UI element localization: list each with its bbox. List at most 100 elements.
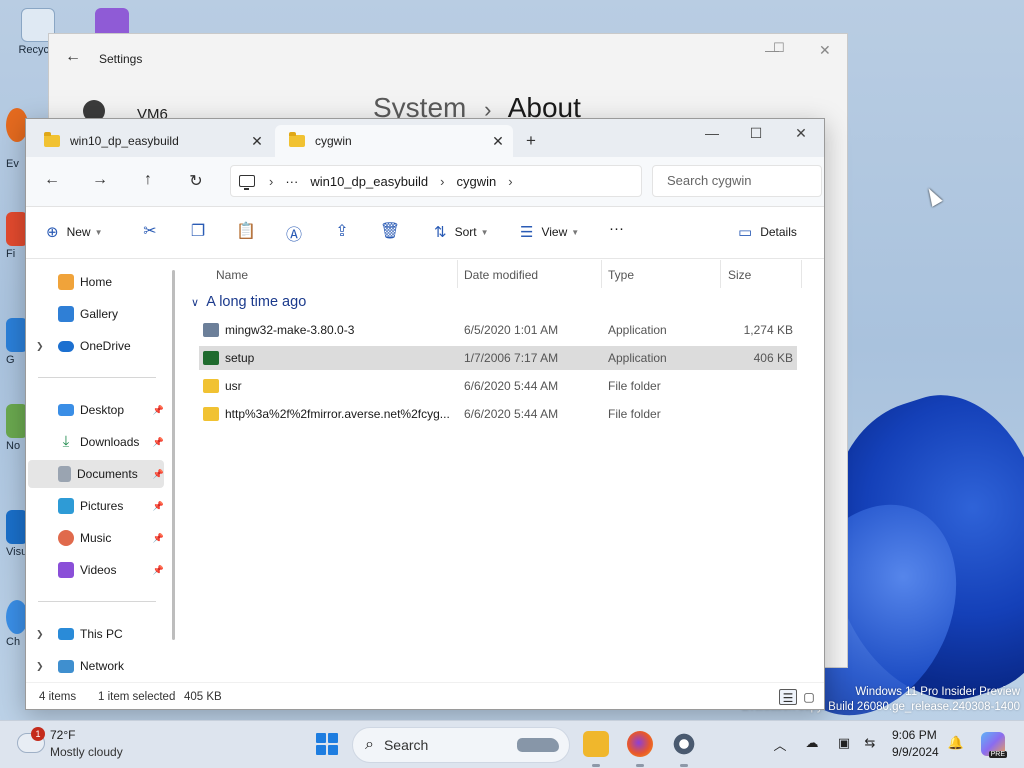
file-size: 1,274 KB: [743, 323, 793, 337]
sidebar-item-home[interactable]: Home: [28, 268, 164, 296]
chevron-right-icon[interactable]: ❯: [36, 661, 50, 672]
sidebar-item-pictures[interactable]: Pictures 📌: [28, 492, 164, 520]
sidebar-item-documents[interactable]: Documents 📌: [28, 460, 164, 488]
group-header-label: A long time ago: [206, 294, 307, 310]
column-divider[interactable]: [601, 260, 602, 288]
weather-temperature[interactable]: 72°F: [50, 728, 75, 742]
close-tab-icon[interactable]: ✕: [483, 133, 513, 150]
address-bar[interactable]: › ··· win10_dp_easybuild › cygwin ›: [230, 165, 642, 197]
divider: [38, 601, 156, 602]
copy-icon[interactable]: ❐: [187, 221, 209, 241]
cloud-offline-icon[interactable]: ☁: [802, 735, 822, 751]
sort-button[interactable]: ⇅ Sort ▼: [434, 223, 489, 241]
chevron-up-icon[interactable]: ︿: [770, 735, 790, 754]
close-icon[interactable]: ✕: [781, 125, 821, 142]
delete-icon[interactable]: 🗑: [379, 221, 401, 241]
address-overflow[interactable]: ···: [285, 174, 298, 189]
sidebar-scrollbar[interactable]: [172, 270, 175, 640]
minimize-icon[interactable]: —: [692, 125, 732, 141]
sidebar-item-music[interactable]: Music 📌: [28, 524, 164, 552]
network-icon[interactable]: ⇆: [860, 735, 880, 751]
close-tab-icon[interactable]: ✕: [242, 133, 272, 150]
file-row[interactable]: usr 6/6/2020 5:44 AM File folder: [199, 374, 797, 398]
group-header[interactable]: ∨ A long time ago: [191, 294, 306, 310]
file-name: mingw32-make-3.80.0-3: [225, 323, 355, 337]
pin-icon[interactable]: 📌: [153, 405, 164, 416]
back-arrow-icon[interactable]: ←: [40, 171, 64, 189]
search-input[interactable]: Search cygwin: [652, 165, 822, 197]
column-header-date-modified[interactable]: Date modified: [464, 268, 538, 282]
display-icon[interactable]: ▣: [834, 735, 854, 751]
sidebar-item-this-pc[interactable]: ❯ This PC: [28, 620, 164, 648]
column-header-size[interactable]: Size: [728, 268, 751, 282]
column-header-type[interactable]: Type: [608, 268, 634, 282]
cut-icon[interactable]: ✂: [139, 221, 161, 241]
maximize-icon[interactable]: ☐: [773, 40, 785, 56]
sidebar-item-desktop[interactable]: Desktop 📌: [28, 396, 164, 424]
paste-icon[interactable]: 📋: [235, 221, 257, 241]
clock-time[interactable]: 9:06 PM: [892, 728, 937, 742]
more-options-button[interactable]: ···: [609, 220, 624, 237]
chevron-right-icon[interactable]: ›: [269, 174, 273, 189]
desktop-icon-label: Fi: [6, 248, 16, 260]
tiles-view-icon[interactable]: ▢: [800, 689, 818, 705]
sidebar-item-gallery[interactable]: Gallery: [28, 300, 164, 328]
sidebar-item-label: This PC: [80, 627, 123, 641]
pin-icon[interactable]: 📌: [153, 469, 164, 480]
sidebar-item-downloads[interactable]: ⤓ Downloads 📌: [28, 428, 164, 456]
details-button[interactable]: ▭ Details: [738, 223, 797, 241]
tab-win10-dp-easybuild[interactable]: win10_dp_easybuild ✕: [30, 125, 272, 157]
firefox-icon[interactable]: [627, 731, 653, 757]
column-header-name[interactable]: Name: [216, 268, 248, 282]
chevron-right-icon[interactable]: ❯: [36, 341, 50, 352]
copilot-icon[interactable]: PRE: [981, 732, 1007, 758]
weather-description[interactable]: Mostly cloudy: [50, 745, 123, 759]
column-divider[interactable]: [720, 260, 721, 288]
new-tab-button[interactable]: +: [526, 131, 536, 151]
column-divider[interactable]: [457, 260, 458, 288]
chevron-down-icon: ∨: [191, 297, 200, 309]
divider: [38, 377, 156, 378]
details-view-icon[interactable]: ☰: [779, 689, 797, 705]
plus-circle-icon: ⊕: [46, 224, 59, 241]
sidebar-item-videos[interactable]: Videos 📌: [28, 556, 164, 584]
share-icon[interactable]: ⇪: [331, 221, 353, 241]
clock-date[interactable]: 9/9/2024: [892, 745, 939, 759]
chevron-right-icon[interactable]: ›: [440, 174, 444, 189]
settings-gear-icon[interactable]: [671, 731, 697, 757]
taskbar-search-box[interactable]: ⌕ Search: [352, 727, 570, 763]
file-row[interactable]: http%3a%2f%2fmirror.averse.net%2fcyg... …: [199, 402, 797, 426]
maximize-icon[interactable]: ☐: [736, 125, 776, 142]
pin-icon[interactable]: 📌: [153, 565, 164, 576]
back-arrow-icon[interactable]: ←: [65, 48, 81, 66]
sidebar-item-onedrive[interactable]: ❯ OneDrive: [28, 332, 164, 360]
notification-bell-icon[interactable]: 🔔: [946, 735, 966, 751]
file-name: http%3a%2f%2fmirror.averse.net%2fcyg...: [225, 407, 450, 421]
file-name: usr: [225, 379, 242, 393]
start-button[interactable]: [316, 733, 338, 755]
refresh-icon[interactable]: ↻: [184, 171, 208, 191]
this-pc-icon: [58, 628, 74, 640]
home-icon: [58, 274, 74, 290]
up-arrow-icon[interactable]: ↑: [136, 171, 160, 189]
forward-arrow-icon[interactable]: →: [88, 171, 112, 189]
address-segment-win10-dp-easybuild[interactable]: win10_dp_easybuild: [310, 174, 428, 189]
tab-cygwin[interactable]: cygwin ✕: [275, 125, 513, 157]
view-button[interactable]: ☰ View ▼: [520, 223, 579, 241]
cygwin-setup-icon: [203, 351, 219, 365]
rename-icon[interactable]: Ⓐ: [283, 221, 305, 245]
close-icon[interactable]: ✕: [819, 42, 831, 59]
pin-icon[interactable]: 📌: [153, 533, 164, 544]
chevron-right-icon[interactable]: ❯: [36, 629, 50, 640]
file-row[interactable]: mingw32-make-3.80.0-3 6/5/2020 1:01 AM A…: [199, 318, 797, 342]
address-segment-cygwin[interactable]: cygwin: [457, 174, 497, 189]
column-divider[interactable]: [801, 260, 802, 288]
chevron-right-icon[interactable]: ›: [508, 174, 512, 189]
pin-icon[interactable]: 📌: [153, 437, 164, 448]
new-button[interactable]: ⊕ New ▼: [46, 223, 103, 241]
file-explorer-taskbar-icon[interactable]: [583, 731, 609, 757]
tab-label: win10_dp_easybuild: [70, 134, 179, 148]
pin-icon[interactable]: 📌: [153, 501, 164, 512]
sidebar-item-network[interactable]: ❯ Network: [28, 652, 164, 680]
file-row[interactable]: setup 1/7/2006 7:17 AM Application 406 K…: [199, 346, 797, 370]
